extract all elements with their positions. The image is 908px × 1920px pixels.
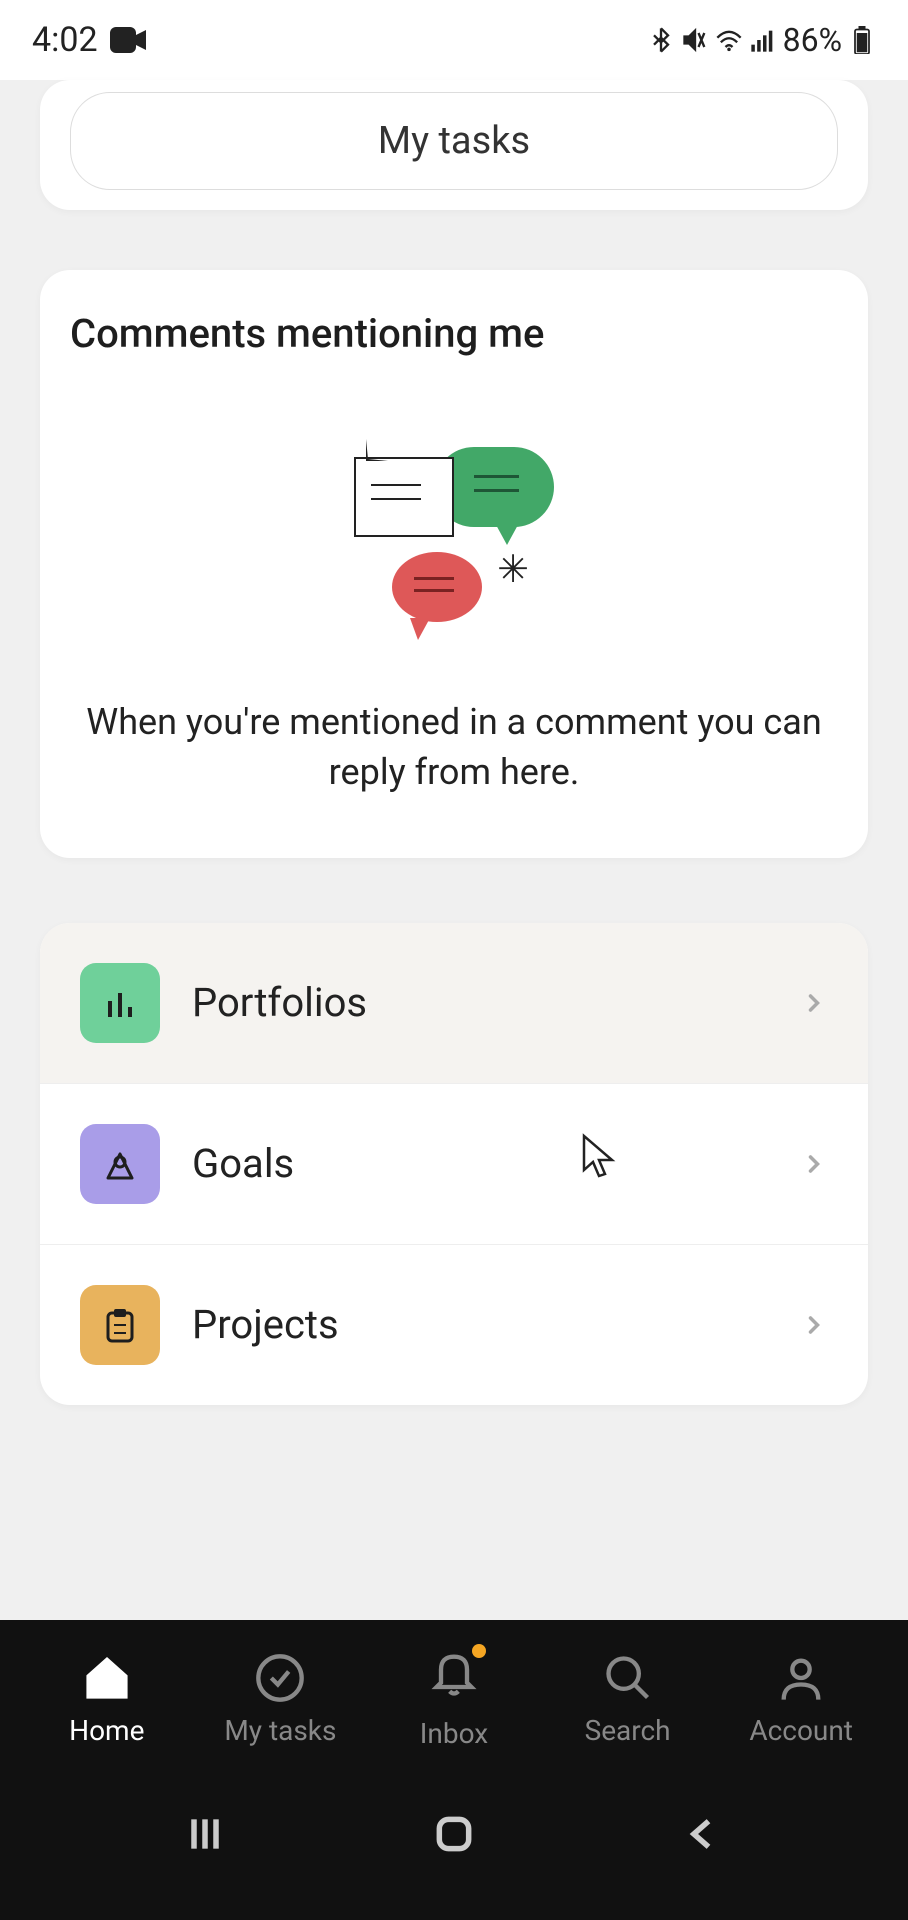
portfolios-label: Portfolios bbox=[192, 979, 768, 1026]
nav-item-projects[interactable]: Projects bbox=[40, 1245, 868, 1405]
battery-percent: 86% bbox=[783, 21, 842, 59]
comments-illustration: ✳ bbox=[70, 397, 838, 697]
goals-label: Goals bbox=[192, 1140, 768, 1187]
my-tasks-card: My tasks bbox=[40, 80, 868, 210]
tab-inbox-label: Inbox bbox=[420, 1717, 488, 1750]
projects-icon bbox=[80, 1285, 160, 1365]
android-system-nav bbox=[0, 1782, 908, 1886]
mute-icon bbox=[681, 26, 709, 54]
search-icon bbox=[602, 1652, 654, 1704]
recents-button[interactable] bbox=[183, 1812, 227, 1856]
status-bar: 4:02 86% bbox=[0, 0, 908, 80]
tab-search[interactable]: Search bbox=[541, 1652, 715, 1747]
projects-label: Projects bbox=[192, 1301, 768, 1348]
nav-item-goals[interactable]: Goals bbox=[40, 1084, 868, 1245]
tab-account-label: Account bbox=[749, 1714, 853, 1747]
comments-empty-message: When you're mentioned in a comment you c… bbox=[70, 697, 838, 798]
my-tasks-button[interactable]: My tasks bbox=[70, 92, 838, 190]
nav-item-portfolios[interactable]: Portfolios bbox=[40, 923, 868, 1084]
home-button[interactable] bbox=[432, 1812, 476, 1856]
speech-bubble-red-icon bbox=[392, 552, 482, 622]
notification-dot bbox=[472, 1644, 486, 1658]
tab-my-tasks-label: My tasks bbox=[224, 1714, 336, 1747]
nav-list-card: Portfolios Goals Projects bbox=[40, 923, 868, 1405]
tab-my-tasks[interactable]: My tasks bbox=[194, 1652, 368, 1747]
chevron-right-icon bbox=[800, 989, 828, 1017]
bluetooth-icon bbox=[647, 26, 675, 54]
chevron-right-icon bbox=[800, 1311, 828, 1339]
video-recording-icon bbox=[110, 27, 146, 53]
tab-account[interactable]: Account bbox=[714, 1652, 888, 1747]
asterisk-icon: ✳ bbox=[497, 547, 529, 592]
wifi-icon bbox=[715, 26, 743, 54]
goals-icon bbox=[80, 1124, 160, 1204]
bell-icon bbox=[428, 1648, 480, 1700]
tab-home-label: Home bbox=[69, 1714, 144, 1747]
speech-bubble-white-icon bbox=[354, 457, 454, 537]
tab-inbox[interactable]: Inbox bbox=[367, 1648, 541, 1750]
home-icon bbox=[81, 1652, 133, 1704]
back-button[interactable] bbox=[681, 1812, 725, 1856]
status-right: 86% bbox=[647, 21, 876, 59]
comments-title: Comments mentioning me bbox=[70, 310, 838, 357]
check-circle-icon bbox=[254, 1652, 306, 1704]
status-left: 4:02 bbox=[32, 20, 146, 60]
comments-mentioning-card: Comments mentioning me ✳ When you're men… bbox=[40, 270, 868, 858]
portfolios-icon bbox=[80, 963, 160, 1043]
bottom-navigation: Home My tasks Inbox Search Account bbox=[0, 1620, 908, 1920]
tab-home[interactable]: Home bbox=[20, 1652, 194, 1747]
person-icon bbox=[775, 1652, 827, 1704]
tab-search-label: Search bbox=[585, 1714, 671, 1747]
my-tasks-label: My tasks bbox=[378, 119, 530, 163]
status-time: 4:02 bbox=[32, 20, 98, 60]
battery-icon bbox=[848, 26, 876, 54]
chevron-right-icon bbox=[800, 1150, 828, 1178]
signal-icon bbox=[749, 26, 777, 54]
